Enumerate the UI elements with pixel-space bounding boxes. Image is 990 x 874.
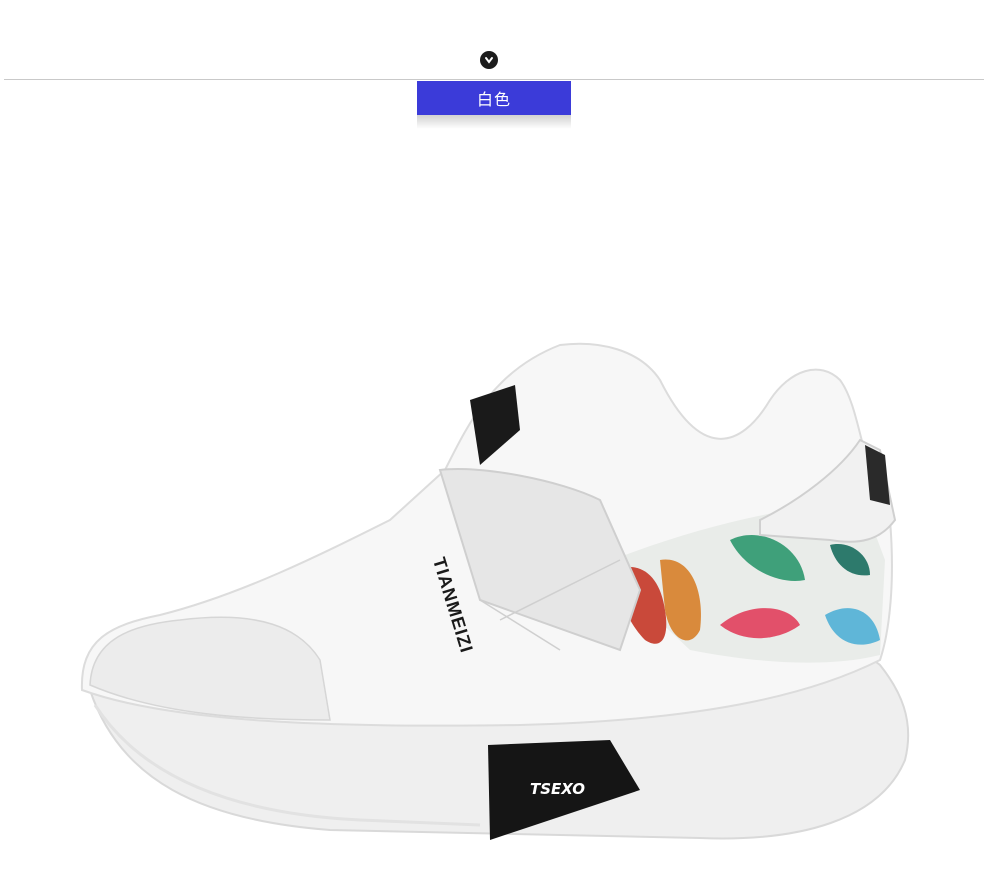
header-divider: [4, 79, 984, 80]
chevron-down-icon[interactable]: [480, 51, 498, 69]
sole-brand: TSEXO: [530, 780, 586, 798]
tab-shadow: [417, 115, 571, 129]
color-tab-label: 白色: [476, 90, 511, 109]
color-tab[interactable]: 白色: [417, 81, 571, 115]
product-photo: [80, 342, 910, 840]
chevron-glyph: [485, 57, 493, 64]
